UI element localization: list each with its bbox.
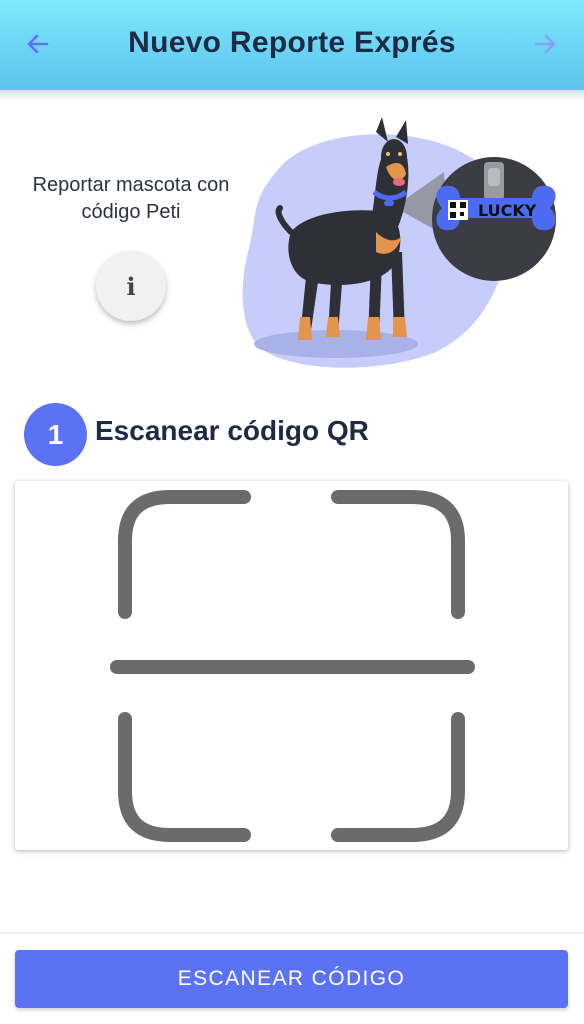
dog-with-tag-image: LUCKY <box>242 117 556 368</box>
scan-code-button[interactable]: ESCANEAR CÓDIGO <box>15 950 568 1008</box>
step-title: Escanear código QR <box>95 415 369 446</box>
page-title: Nuevo Reporte Exprés <box>128 26 456 59</box>
qr-scanner-area[interactable] <box>15 481 568 850</box>
step-number-badge: 1 <box>24 403 87 466</box>
header-shadow <box>0 90 584 102</box>
intro-text: Reportar mascota con código Peti <box>32 174 230 223</box>
dog-illustration: LUCKY <box>236 112 566 372</box>
forward-button[interactable] <box>527 26 563 62</box>
arrow-right-icon <box>534 34 556 54</box>
footer-divider <box>0 932 584 935</box>
info-icon: i <box>126 271 136 301</box>
scan-frame-icon <box>110 490 475 842</box>
info-button[interactable]: i <box>96 251 166 321</box>
pet-tag-name: LUCKY <box>478 201 537 220</box>
